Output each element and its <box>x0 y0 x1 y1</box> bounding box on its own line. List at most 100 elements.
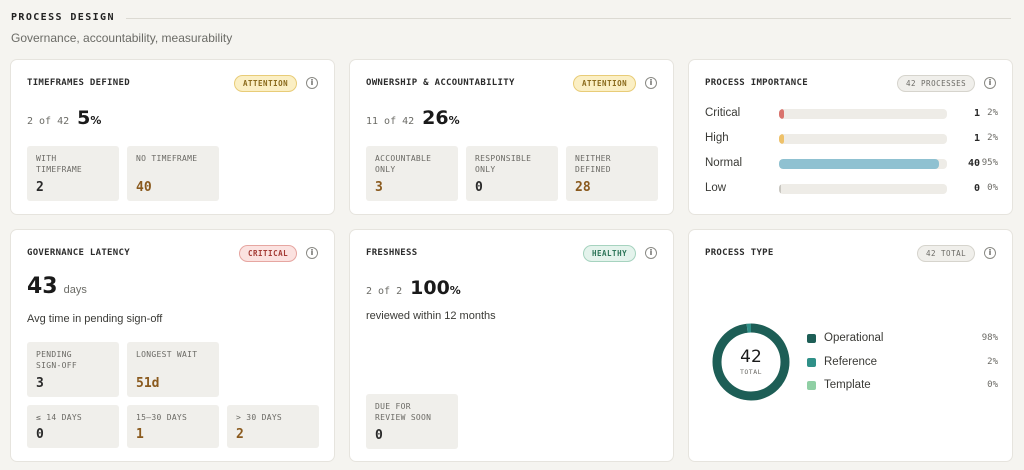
latency-unit: days <box>63 284 87 296</box>
tile-longest-wait: LONGEST WAIT 51d <box>127 342 219 397</box>
importance-count: 40 <box>967 158 980 169</box>
tile-value: 1 <box>136 427 144 442</box>
donut-total-value: 42 <box>740 347 762 367</box>
tile-value: 3 <box>36 376 44 391</box>
stat-row: 11 of 42 26% <box>366 107 460 129</box>
count-of-total: 11 of 42 <box>366 116 415 127</box>
info-icon[interactable]: i <box>984 77 996 89</box>
info-icon[interactable]: i <box>306 247 318 259</box>
donut-total-label: TOTAL <box>739 368 763 376</box>
percent-value: 100 <box>410 277 450 299</box>
importance-percent: 0% <box>987 183 998 193</box>
importance-card: PROCESS IMPORTANCE 42 PROCESSES i Critic… <box>688 59 1013 215</box>
importance-label: Critical <box>705 107 741 119</box>
importance-row-low: Low 0 0% <box>705 182 998 196</box>
card-title: OWNERSHIP & ACCOUNTABILITY <box>366 78 515 88</box>
count-badge: 42 PROCESSES <box>897 75 976 92</box>
freshness-description: reviewed within 12 months <box>366 310 496 322</box>
legend-swatch <box>807 358 816 367</box>
importance-label: Low <box>705 182 727 194</box>
tile-label: > 30 DAYS <box>236 413 283 422</box>
status-badge: CRITICAL <box>239 245 298 262</box>
card-title: FRESHNESS <box>366 248 418 258</box>
stat-row: 2 of 2 100% <box>366 277 461 299</box>
info-icon[interactable]: i <box>306 77 318 89</box>
tile-gt-30-days: > 30 DAYS 2 <box>227 405 319 448</box>
section-title: PROCESS DESIGN <box>11 12 115 23</box>
tile-pending-signoff: PENDING SIGN-OFF 3 <box>27 342 119 397</box>
legend-label: Template <box>824 379 871 391</box>
card-title: GOVERNANCE LATENCY <box>27 248 130 258</box>
tile-due-for-review: DUE FOR REVIEW SOON 0 <box>366 394 458 449</box>
process-type-card: PROCESS TYPE 42 TOTAL i 42 TOTAL Operati… <box>688 229 1013 462</box>
freshness-card: FRESHNESS HEALTHY i 2 of 2 100% reviewed… <box>349 229 674 462</box>
importance-bar-track <box>779 134 947 144</box>
importance-label: Normal <box>705 157 743 169</box>
tile-value: 28 <box>575 180 591 195</box>
percent-value: 5 <box>77 107 91 129</box>
tile-label: NO TIMEFRAME <box>136 154 198 163</box>
importance-count: 1 <box>973 133 980 144</box>
tile-value: 51d <box>136 376 160 391</box>
percent-value: 26 <box>422 107 449 129</box>
card-title: PROCESS TYPE <box>705 248 774 258</box>
importance-row-critical: Critical 1 2% <box>705 107 998 121</box>
tile-15-30-days: 15–30 DAYS 1 <box>127 405 219 448</box>
count-of-total: 2 of 2 <box>366 286 403 297</box>
importance-bar-track <box>779 159 947 169</box>
legend-swatch <box>807 381 816 390</box>
status-badge: ATTENTION <box>573 75 637 92</box>
donut-chart: 42 TOTAL <box>711 322 791 402</box>
tile-label: WITH TIMEFRAME <box>36 154 83 174</box>
legend-label: Reference <box>824 356 878 368</box>
tile-label: 15–30 DAYS <box>136 413 188 422</box>
section-divider <box>126 18 1011 19</box>
tile-label: RESPONSIBLE ONLY <box>475 154 532 174</box>
timeframes-card: TIMEFRAMES DEFINED ATTENTION i 2 of 42 5… <box>10 59 335 215</box>
info-icon[interactable]: i <box>645 247 657 259</box>
status-badge: HEALTHY <box>583 245 637 262</box>
tile-neither-defined: NEITHER DEFINED 28 <box>566 146 658 201</box>
card-title: TIMEFRAMES DEFINED <box>27 78 130 88</box>
tile-label: PENDING SIGN-OFF <box>36 350 77 370</box>
importance-bar-fill <box>779 134 785 144</box>
stat-row: 2 of 42 5% <box>27 107 102 129</box>
latency-card: GOVERNANCE LATENCY CRITICAL i 43 days Av… <box>10 229 335 462</box>
importance-row-high: High 1 2% <box>705 132 998 146</box>
tile-value: 2 <box>236 427 244 442</box>
importance-percent: 2% <box>987 133 998 143</box>
importance-bar-fill <box>779 184 781 194</box>
legend-label: Operational <box>824 332 884 344</box>
info-icon[interactable]: i <box>645 77 657 89</box>
legend-swatch <box>807 334 816 343</box>
tile-label: LONGEST WAIT <box>136 350 198 359</box>
card-title: PROCESS IMPORTANCE <box>705 78 808 88</box>
latency-description: Avg time in pending sign-off <box>27 313 163 325</box>
tile-no-timeframe: NO TIMEFRAME 40 <box>127 146 219 201</box>
status-badge: ATTENTION <box>234 75 298 92</box>
latency-value: 43 <box>27 274 58 299</box>
stat-row: 43 days <box>27 274 87 299</box>
info-icon[interactable]: i <box>984 247 996 259</box>
count-of-total: 2 of 42 <box>27 116 70 127</box>
importance-count: 0 <box>973 183 980 194</box>
legend-percent: 98% <box>981 333 998 343</box>
tile-accountable-only: ACCOUNTABLE ONLY 3 <box>366 146 458 201</box>
tile-value: 0 <box>36 427 44 442</box>
importance-bar-track <box>779 109 947 119</box>
tile-le-14-days: ≤ 14 DAYS 0 <box>27 405 119 448</box>
tile-with-timeframe: WITH TIMEFRAME 2 <box>27 146 119 201</box>
tile-label: DUE FOR REVIEW SOON <box>375 402 432 422</box>
importance-bar-fill <box>779 109 785 119</box>
tile-value: 40 <box>136 180 152 195</box>
legend-percent: 0% <box>987 380 998 390</box>
tile-value: 2 <box>36 180 44 195</box>
importance-row-normal: Normal 40 95% <box>705 157 998 171</box>
importance-percent: 2% <box>987 108 998 118</box>
tile-value: 3 <box>375 180 383 195</box>
legend-row-template: Template00% <box>807 379 998 393</box>
importance-percent: 95% <box>981 158 998 168</box>
tile-value: 0 <box>375 428 383 443</box>
legend-row-operational: Operational4198% <box>807 332 998 346</box>
count-badge: 42 TOTAL <box>917 245 976 262</box>
